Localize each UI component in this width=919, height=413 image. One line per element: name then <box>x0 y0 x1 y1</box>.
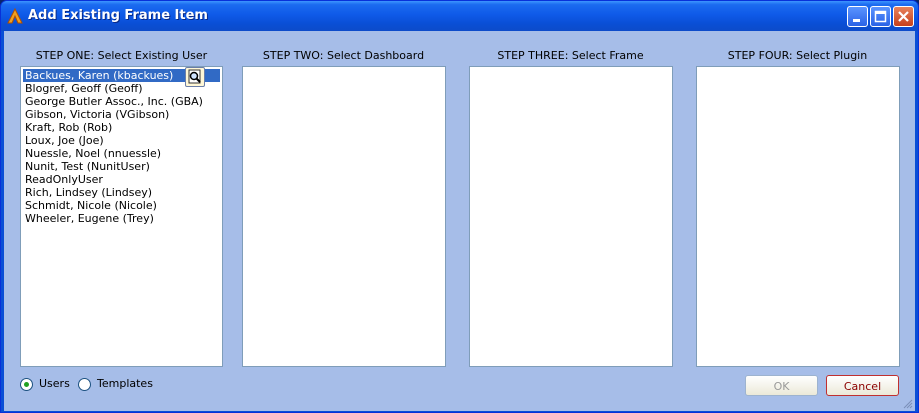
user-lookup-button[interactable] <box>185 67 205 87</box>
close-icon <box>898 11 909 22</box>
title-bar[interactable]: Add Existing Frame Item <box>1 1 918 31</box>
list-item[interactable]: Nuessle, Noel (nnuessle) <box>23 147 163 160</box>
minimize-button[interactable] <box>847 6 868 27</box>
list-item[interactable]: Gibson, Victoria (VGibson) <box>23 108 171 121</box>
list-item[interactable]: Wheeler, Eugene (Trey) <box>23 212 156 225</box>
list-item[interactable]: Loux, Joe (Joe) <box>23 134 106 147</box>
dialog-window: Add Existing Frame Item STEP ONE: Select… <box>0 0 919 413</box>
maximize-button[interactable] <box>870 6 891 27</box>
list-item[interactable]: Nunit, Test (NunitUser) <box>23 160 152 173</box>
step-one-label: STEP ONE: Select Existing User <box>35 49 208 62</box>
magnifier-icon <box>188 69 201 84</box>
radio-selected-dot <box>24 382 29 387</box>
users-radio-label[interactable]: Users <box>39 377 70 390</box>
templates-radio-label[interactable]: Templates <box>97 377 153 390</box>
list-item[interactable]: Kraft, Rob (Rob) <box>23 121 114 134</box>
list-item[interactable]: Schmidt, Nicole (Nicole) <box>23 199 159 212</box>
window-title: Add Existing Frame Item <box>28 8 208 23</box>
templates-radio[interactable] <box>78 378 91 391</box>
ok-button[interactable]: OK <box>745 375 818 396</box>
list-item[interactable]: Rich, Lindsey (Lindsey) <box>23 186 154 199</box>
cancel-button[interactable]: Cancel <box>826 375 899 396</box>
frame-list[interactable] <box>469 66 673 367</box>
list-item[interactable]: ReadOnlyUser <box>23 173 105 186</box>
resize-grip-icon[interactable] <box>903 399 913 409</box>
step-four-label: STEP FOUR: Select Plugin <box>727 49 868 62</box>
plugin-list[interactable] <box>696 66 900 367</box>
list-item[interactable]: George Butler Assoc., Inc. (GBA) <box>23 95 205 108</box>
list-item[interactable]: Blogref, Geoff (Geoff) <box>23 82 145 95</box>
users-radio[interactable] <box>20 378 33 391</box>
step-two-label: STEP TWO: Select Dashboard <box>262 49 425 62</box>
user-list[interactable]: Backues, Karen (kbackues) Blogref, Geoff… <box>20 66 223 367</box>
app-logo-icon <box>7 8 23 24</box>
close-button[interactable] <box>893 6 914 27</box>
minimize-icon <box>853 19 860 22</box>
step-three-label: STEP THREE: Select Frame <box>497 49 644 62</box>
dialog-body: STEP ONE: Select Existing User STEP TWO:… <box>4 31 915 411</box>
dashboard-list[interactable] <box>242 66 446 367</box>
maximize-icon <box>874 10 887 23</box>
